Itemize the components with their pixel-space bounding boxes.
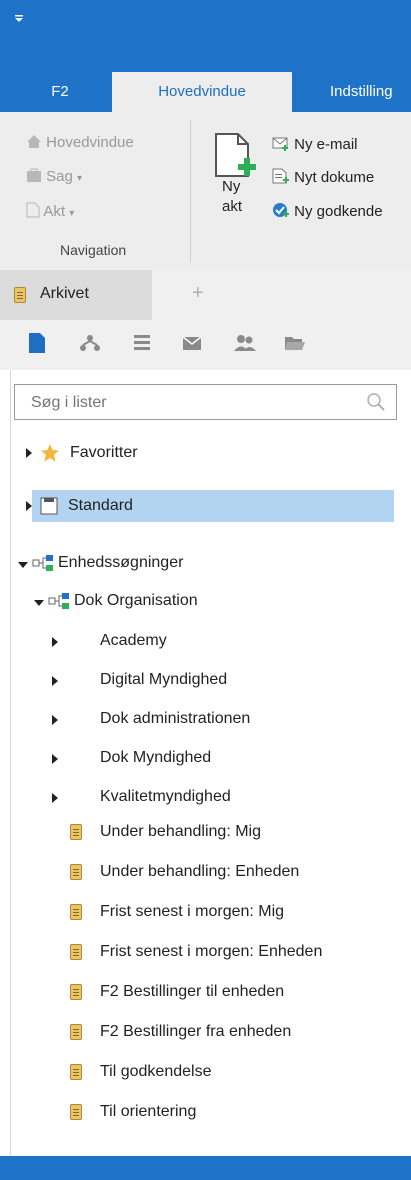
tree-list-item[interactable]: Under behandling: Enheden (100, 856, 299, 888)
ribbon-sag-label: Sag (46, 168, 73, 185)
tab-arkivet-label: Arkivet (40, 285, 89, 302)
star-icon (40, 443, 60, 468)
ribbon-hovedvindue-label: Hovedvindue (46, 134, 134, 151)
tree-list-item[interactable]: Til orientering (100, 1096, 196, 1128)
tree-favoritter-label: Favoritter (70, 444, 138, 461)
tree-enhedssoegninger-label[interactable]: Enhedssøgninger (58, 547, 183, 579)
list-icon (14, 287, 26, 303)
new-document-icon (272, 168, 290, 188)
expand-icon[interactable] (52, 676, 58, 686)
ny-akt-label-1: Ny (222, 178, 241, 195)
case-icon (26, 168, 42, 187)
view-toolbar (0, 320, 411, 370)
expand-icon[interactable] (52, 715, 58, 725)
tree-unit[interactable]: Dok administrationen (100, 703, 250, 735)
chevron-down-icon: ▾ (77, 173, 83, 184)
ribbon-akt-label: Akt (43, 203, 66, 220)
tree-list-item[interactable]: Frist senest i morgen: Enheden (100, 936, 322, 968)
org-search-icon (32, 554, 54, 577)
contacts-view-icon[interactable] (234, 334, 256, 357)
tree-unit[interactable]: Academy (100, 625, 167, 657)
ribbon-akt-button[interactable]: Akt ▾ (26, 202, 74, 222)
approval-icon (272, 202, 290, 222)
ny-email-label: Ny e-mail (294, 136, 358, 153)
expand-icon[interactable] (52, 793, 58, 803)
tab-indstillinger[interactable]: Indstilling (330, 72, 411, 112)
tree-list-item[interactable]: F2 Bestillinger til enheden (100, 976, 284, 1008)
search-box (14, 384, 397, 420)
list-icon (70, 824, 82, 840)
expand-icon[interactable] (26, 501, 32, 511)
list-icon (70, 1064, 82, 1080)
tree-dok-organisation-label[interactable]: Dok Organisation (74, 585, 198, 617)
search-input[interactable] (29, 393, 353, 413)
chevron-down-icon: ▾ (69, 208, 75, 219)
folder-view-icon[interactable] (284, 334, 306, 357)
document-view-icon[interactable] (28, 332, 46, 359)
list-view-icon[interactable] (134, 334, 150, 357)
list-icon (70, 984, 82, 1000)
ribbon-hovedvindue-button[interactable]: Hovedvindue (26, 134, 134, 153)
collapse-icon[interactable] (34, 600, 44, 606)
expand-icon[interactable] (52, 637, 58, 647)
tab-arkivet[interactable]: Arkivet (0, 270, 152, 320)
ny-godkendelse-button[interactable]: Ny godkende (272, 202, 383, 222)
expand-icon[interactable] (52, 754, 58, 764)
document-tabs: Arkivet + (0, 270, 411, 320)
ny-akt-button[interactable]: Ny akt (208, 130, 264, 242)
ribbon-sag-button[interactable]: Sag ▾ (26, 168, 82, 187)
tree-list-item[interactable]: Til godkendelse (100, 1056, 211, 1088)
hierarchy-view-icon[interactable] (80, 334, 100, 357)
list-icon (70, 864, 82, 880)
list-icon (70, 904, 82, 920)
email-icon (272, 137, 290, 155)
list-icon (70, 1104, 82, 1120)
ribbon: Hovedvindue Sag ▾ Akt ▾ Navigation Ny ak… (0, 112, 411, 271)
tree-list-item[interactable]: F2 Bestillinger fra enheden (100, 1016, 291, 1048)
tree-standard-label: Standard (68, 497, 133, 514)
ny-email-button[interactable]: Ny e-mail (272, 136, 358, 155)
ny-godkendelse-label: Ny godkende (294, 203, 383, 220)
add-tab-button[interactable]: + (192, 282, 204, 305)
tree-list-item[interactable]: Frist senest i morgen: Mig (100, 896, 284, 928)
expand-icon[interactable] (26, 448, 32, 458)
list-icon (70, 944, 82, 960)
panel-border (10, 370, 11, 1156)
status-bar (0, 1156, 411, 1180)
tree-unit[interactable]: Kvalitetmyndighed (100, 781, 231, 813)
mail-view-icon[interactable] (182, 334, 202, 357)
ny-akt-label-2: akt (222, 198, 243, 215)
collapse-icon[interactable] (18, 562, 28, 568)
nyt-dokument-label: Nyt dokume (294, 169, 375, 186)
tree-unit[interactable]: Dok Myndighed (100, 742, 211, 774)
home-icon (26, 134, 42, 153)
new-document-large-icon (214, 132, 256, 183)
tree-list-item[interactable]: Under behandling: Mig (100, 816, 261, 848)
list-icon (70, 1024, 82, 1040)
tab-hovedvindue[interactable]: Hovedvindue (112, 72, 292, 112)
ribbon-separator (190, 120, 191, 262)
nyt-dokument-button[interactable]: Nyt dokume (272, 168, 374, 188)
tree-unit[interactable]: Digital Myndighed (100, 664, 227, 696)
document-icon (26, 202, 40, 222)
search-icon[interactable] (366, 392, 386, 417)
org-unit-icon (48, 592, 70, 615)
ribbon-group-navigation-label: Navigation (60, 242, 127, 258)
title-bar: F2 Hovedvindue Indstilling (0, 0, 411, 112)
folder-icon (40, 497, 58, 520)
quick-access-dropdown-icon[interactable] (14, 14, 24, 27)
tab-f2[interactable]: F2 (28, 72, 92, 112)
